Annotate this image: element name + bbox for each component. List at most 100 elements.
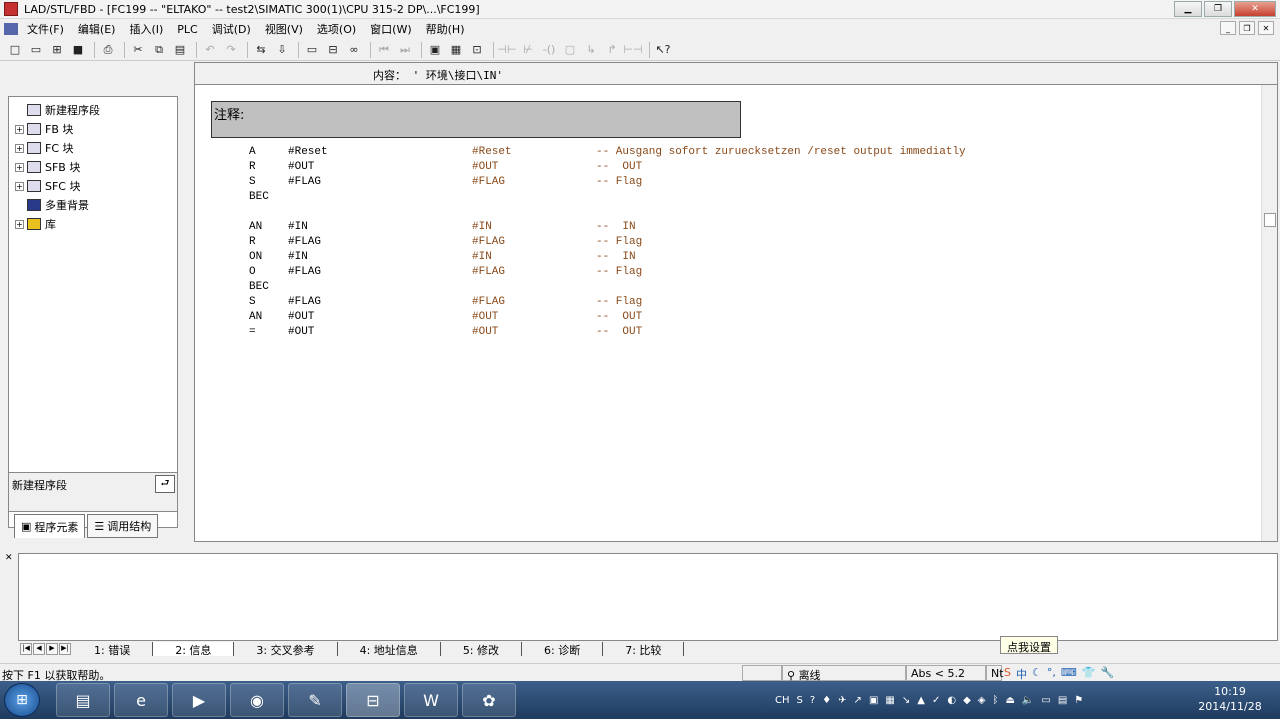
- first-tab-icon[interactable]: |◀: [20, 643, 32, 655]
- doc-minimize-button[interactable]: _: [1220, 21, 1236, 35]
- tray-icon-b[interactable]: ✈: [838, 695, 846, 706]
- monitor-icon[interactable]: ∞: [345, 41, 363, 59]
- window-icon[interactable]: ▭: [303, 41, 321, 59]
- tray-icon-c[interactable]: ↗: [854, 695, 862, 706]
- word-icon[interactable]: W: [404, 683, 458, 717]
- monitor-tray-icon[interactable]: ▭: [1041, 695, 1050, 706]
- insert-element-button[interactable]: ⮐: [155, 475, 175, 493]
- close-button[interactable]: ✕: [1234, 1, 1276, 17]
- tray-icon-h[interactable]: ✓: [932, 695, 940, 706]
- step7-icon[interactable]: ⊟: [346, 683, 400, 717]
- tab-info[interactable]: 2: 信息: [153, 642, 235, 657]
- doc-close-button[interactable]: ✕: [1258, 21, 1274, 35]
- contact-nc-icon[interactable]: ⊬: [519, 41, 537, 59]
- menu-window[interactable]: 窗口(W): [363, 21, 418, 37]
- editor-scrollbar[interactable]: [1261, 85, 1277, 541]
- sogou-tray-icon[interactable]: S: [797, 695, 803, 706]
- flag-icon[interactable]: ⚑: [1074, 695, 1083, 706]
- menu-debug[interactable]: 调试(D): [205, 21, 258, 37]
- menu-help[interactable]: 帮助(H): [419, 21, 472, 37]
- chinese-mode-icon[interactable]: 中: [1016, 666, 1027, 682]
- settings-tooltip[interactable]: 点我设置: [1000, 636, 1058, 654]
- paste-icon[interactable]: ▤: [171, 41, 189, 59]
- tab-diagnostics[interactable]: 6: 诊断: [522, 642, 604, 657]
- keyboard-icon[interactable]: ⌨: [1061, 666, 1077, 682]
- download-icon[interactable]: ⇩: [273, 41, 291, 59]
- menu-edit[interactable]: 编辑(E): [71, 21, 123, 37]
- punctuation-icon[interactable]: °,: [1047, 666, 1056, 682]
- menu-file[interactable]: 文件(F): [20, 21, 71, 37]
- paint-icon[interactable]: ✿: [462, 683, 516, 717]
- expand-icon[interactable]: +: [15, 219, 24, 229]
- tab-errors[interactable]: 1: 错误: [72, 642, 154, 657]
- tray-icon-k[interactable]: ◈: [978, 695, 986, 706]
- tab-call-structure[interactable]: ☰ 调用结构: [87, 514, 159, 538]
- expand-icon[interactable]: +: [15, 143, 24, 153]
- menu-insert[interactable]: 插入(I): [122, 21, 170, 37]
- connect-icon[interactable]: ⊢⊣: [623, 41, 642, 59]
- expand-icon[interactable]: +: [15, 162, 24, 172]
- tray-icon-d[interactable]: ▣: [869, 695, 878, 706]
- tools-icon[interactable]: 🔧: [1100, 666, 1114, 682]
- help-tray-icon[interactable]: ?: [810, 695, 815, 706]
- tab-modify[interactable]: 5: 修改: [441, 642, 523, 657]
- tab-program-elements[interactable]: ▣ 程序元素: [14, 514, 86, 538]
- skin-icon[interactable]: 👕: [1082, 666, 1096, 682]
- stl-editor[interactable]: 内容： ' 环境\接口\IN' 注释: A #Reset #Reset -- Ausg…: [194, 62, 1278, 542]
- tray-icon-f[interactable]: ↘: [902, 695, 910, 706]
- tree-item-sfb[interactable]: + SFB 块: [15, 159, 80, 175]
- close-pane-icon[interactable]: ✕: [5, 553, 13, 563]
- tree-item-sfc[interactable]: + SFC 块: [15, 178, 81, 194]
- box-icon[interactable]: ▢: [561, 41, 579, 59]
- document-icon[interactable]: [4, 23, 18, 35]
- usb-icon[interactable]: ⏏: [1005, 695, 1014, 706]
- tab-compare[interactable]: 7: 比较: [603, 642, 685, 657]
- tree-item-fb[interactable]: + FB 块: [15, 121, 73, 137]
- tree-item-fc[interactable]: + FC 块: [15, 140, 74, 156]
- expand-icon[interactable]: +: [15, 124, 24, 134]
- next-network-icon[interactable]: ⏭: [396, 41, 414, 59]
- tree-item-library[interactable]: + 库: [15, 216, 56, 232]
- doc-restore-button[interactable]: ❐: [1239, 21, 1255, 35]
- app-icon-orange[interactable]: ◉: [230, 683, 284, 717]
- network-tray-icon[interactable]: ▤: [1058, 695, 1067, 706]
- moon-icon[interactable]: ☾: [1032, 666, 1042, 682]
- last-tab-icon[interactable]: ▶|: [59, 643, 71, 655]
- tray-icon-a[interactable]: ♦: [822, 695, 831, 706]
- open-icon[interactable]: ▭: [27, 41, 45, 59]
- expand-icon[interactable]: +: [15, 181, 24, 191]
- prev-network-icon[interactable]: ⏮: [375, 41, 393, 59]
- online-icon[interactable]: ⇆: [252, 41, 270, 59]
- restore-button[interactable]: ❐: [1204, 1, 1232, 17]
- help-pointer-icon[interactable]: ↖?: [654, 41, 672, 59]
- scrollbar-thumb[interactable]: [1264, 213, 1276, 227]
- contact-no-icon[interactable]: ⊣⊢: [497, 41, 516, 59]
- tray-icon-e[interactable]: ▦: [885, 695, 894, 706]
- network-insert-icon[interactable]: ⊡: [468, 41, 486, 59]
- print-icon[interactable]: ⎙: [99, 41, 117, 59]
- tray-icon-g[interactable]: ▲: [917, 695, 925, 706]
- network-icon[interactable]: ⊞: [48, 41, 66, 59]
- tree-item-new-network[interactable]: 新建程序段: [15, 102, 100, 118]
- cut-icon[interactable]: ✂: [129, 41, 147, 59]
- save-icon[interactable]: ■: [69, 41, 87, 59]
- language-indicator[interactable]: CH: [775, 695, 790, 706]
- prev-tab-icon[interactable]: ◀: [33, 643, 45, 655]
- start-button[interactable]: ⊞: [4, 683, 40, 717]
- hierarchy-icon[interactable]: ⊟: [324, 41, 342, 59]
- program-elements-tree[interactable]: 新建程序段 + FB 块 + FC 块 + SFB 块 + SFC 块 多重背景: [8, 96, 178, 528]
- redo-icon[interactable]: ↷: [222, 41, 240, 59]
- ime-toolbar[interactable]: S 中 ☾ °, ⌨ 👕 🔧: [1004, 666, 1114, 682]
- next-tab-icon[interactable]: ▶: [46, 643, 58, 655]
- media-player-icon[interactable]: ▶: [172, 683, 226, 717]
- coil-icon[interactable]: -(): [540, 41, 558, 59]
- tab-address-info[interactable]: 4: 地址信息: [338, 642, 441, 657]
- undo-icon[interactable]: ↶: [201, 41, 219, 59]
- ie-icon[interactable]: e: [114, 683, 168, 717]
- app-icon-pen[interactable]: ✎: [288, 683, 342, 717]
- tree-item-multi-instance[interactable]: 多重背景: [15, 197, 89, 213]
- overview-icon[interactable]: ▣: [426, 41, 444, 59]
- volume-icon[interactable]: 🔈: [1022, 695, 1034, 706]
- tray-icon-j[interactable]: ◆: [963, 695, 971, 706]
- branch-close-icon[interactable]: ↱: [603, 41, 621, 59]
